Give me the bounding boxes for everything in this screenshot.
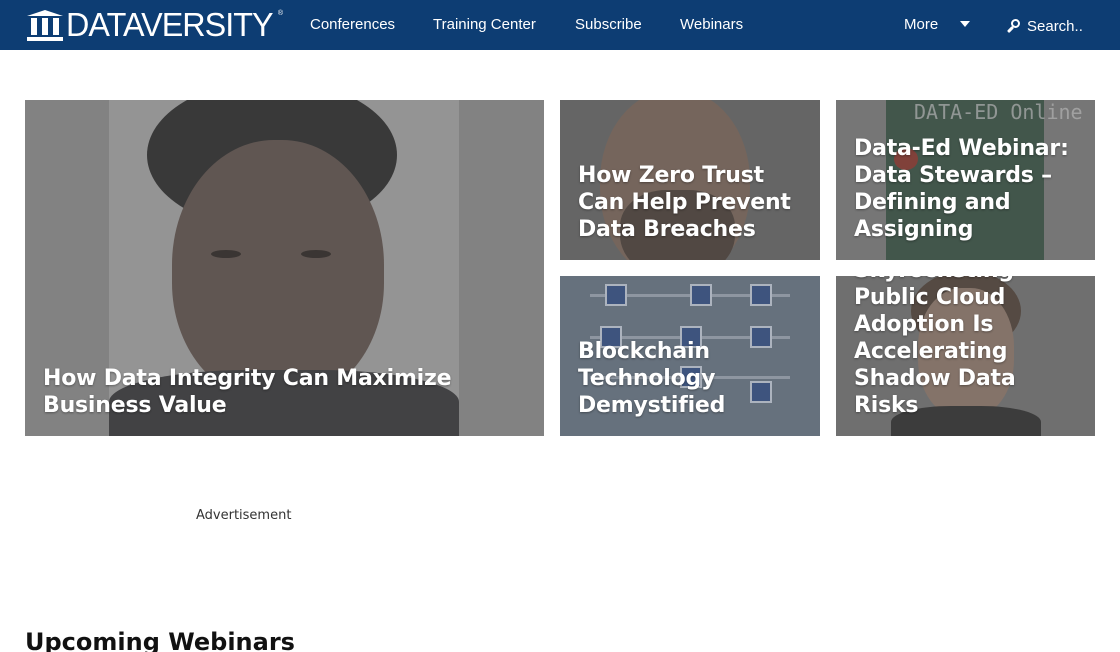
nav-conferences[interactable]: Conferences	[310, 15, 395, 35]
article-title[interactable]: Skyrocketing Public Cloud Adoption Is Ac…	[854, 276, 1083, 419]
caret-down-icon[interactable]	[960, 21, 970, 27]
top-navigation-bar: DATAVERSITY ® Conferences Training Cente…	[0, 0, 1120, 50]
featured-article-card[interactable]: Blockchain Technology Demystified	[560, 276, 820, 436]
search-box[interactable]	[1006, 15, 1120, 37]
featured-article-card[interactable]: Skyrocketing Public Cloud Adoption Is Ac…	[836, 276, 1095, 436]
columns-logo-icon	[27, 9, 63, 41]
upcoming-webinars-heading: Upcoming Webinars	[25, 628, 295, 652]
registered-mark: ®	[277, 9, 284, 17]
logo-text: DATAVERSITY	[66, 6, 274, 43]
article-title[interactable]: How Zero Trust Can Help Prevent Data Bre…	[578, 162, 808, 243]
nav-webinars[interactable]: Webinars	[680, 15, 743, 35]
search-input[interactable]	[1027, 16, 1120, 36]
search-icon[interactable]	[1006, 18, 1022, 34]
article-title[interactable]: How Data Integrity Can Maximize Business…	[43, 365, 532, 419]
dataversity-logo[interactable]: DATAVERSITY ®	[27, 8, 283, 42]
advertisement-label: Advertisement	[196, 508, 292, 523]
nav-subscribe[interactable]: Subscribe	[575, 15, 642, 35]
featured-article-card[interactable]: How Data Integrity Can Maximize Business…	[25, 100, 544, 436]
featured-article-card[interactable]: How Zero Trust Can Help Prevent Data Bre…	[560, 100, 820, 260]
article-title[interactable]: Data-Ed Webinar: Data Stewards – Definin…	[854, 135, 1083, 243]
article-title[interactable]: Blockchain Technology Demystified	[578, 338, 808, 419]
featured-article-card[interactable]: DATA-ED Online Data-Ed Webinar: Data Ste…	[836, 100, 1095, 260]
nav-training-center[interactable]: Training Center	[433, 15, 536, 35]
nav-more[interactable]: More	[904, 15, 938, 35]
